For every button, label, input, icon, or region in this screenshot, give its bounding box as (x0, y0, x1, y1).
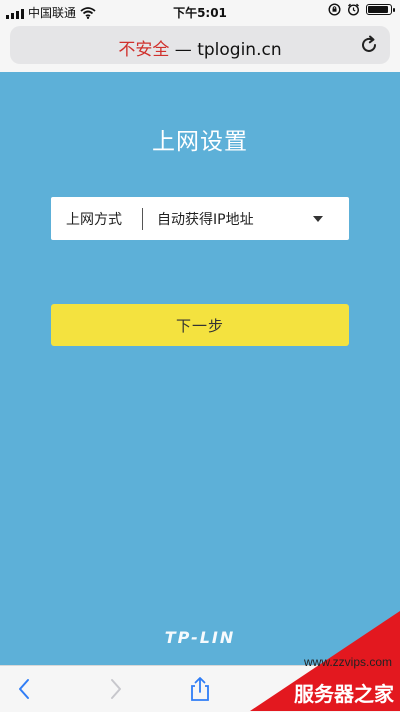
status-bar: 中国联通 下午5:01 (0, 0, 400, 22)
battery-fill (368, 6, 388, 13)
address-bar[interactable]: 不安全 — tplogin.cn (10, 26, 390, 64)
insecure-label: 不安全 (118, 40, 170, 60)
chevron-down-icon[interactable] (313, 215, 323, 222)
watermark: www.zzvips.com 服务器之家 (250, 611, 400, 711)
watermark-name: 服务器之家 (294, 682, 394, 706)
back-icon[interactable] (12, 676, 38, 702)
url-separator: — (169, 40, 198, 60)
connection-type-select[interactable]: 上网方式 自动获得IP地址 (51, 197, 349, 240)
router-setup-page: 上网设置 上网方式 自动获得IP地址 下一步 TP-LIN (0, 72, 400, 665)
connection-type-value[interactable]: 自动获得IP地址 (157, 209, 313, 229)
url-domain: tplogin.cn (197, 40, 282, 60)
rotation-lock-icon (328, 3, 341, 16)
next-step-button[interactable]: 下一步 (51, 304, 349, 346)
page-title: 上网设置 (152, 129, 248, 155)
connection-type-label: 上网方式 (66, 211, 122, 228)
battery-icon (366, 4, 395, 15)
reload-icon[interactable] (358, 34, 380, 56)
share-icon[interactable] (187, 676, 213, 702)
forward-icon[interactable] (102, 676, 128, 702)
url-text[interactable]: 不安全 — tplogin.cn (10, 35, 390, 60)
status-right (328, 3, 395, 16)
select-divider (142, 207, 143, 230)
alarm-icon (347, 3, 360, 16)
watermark-site: www.zzvips.com (303, 655, 392, 669)
